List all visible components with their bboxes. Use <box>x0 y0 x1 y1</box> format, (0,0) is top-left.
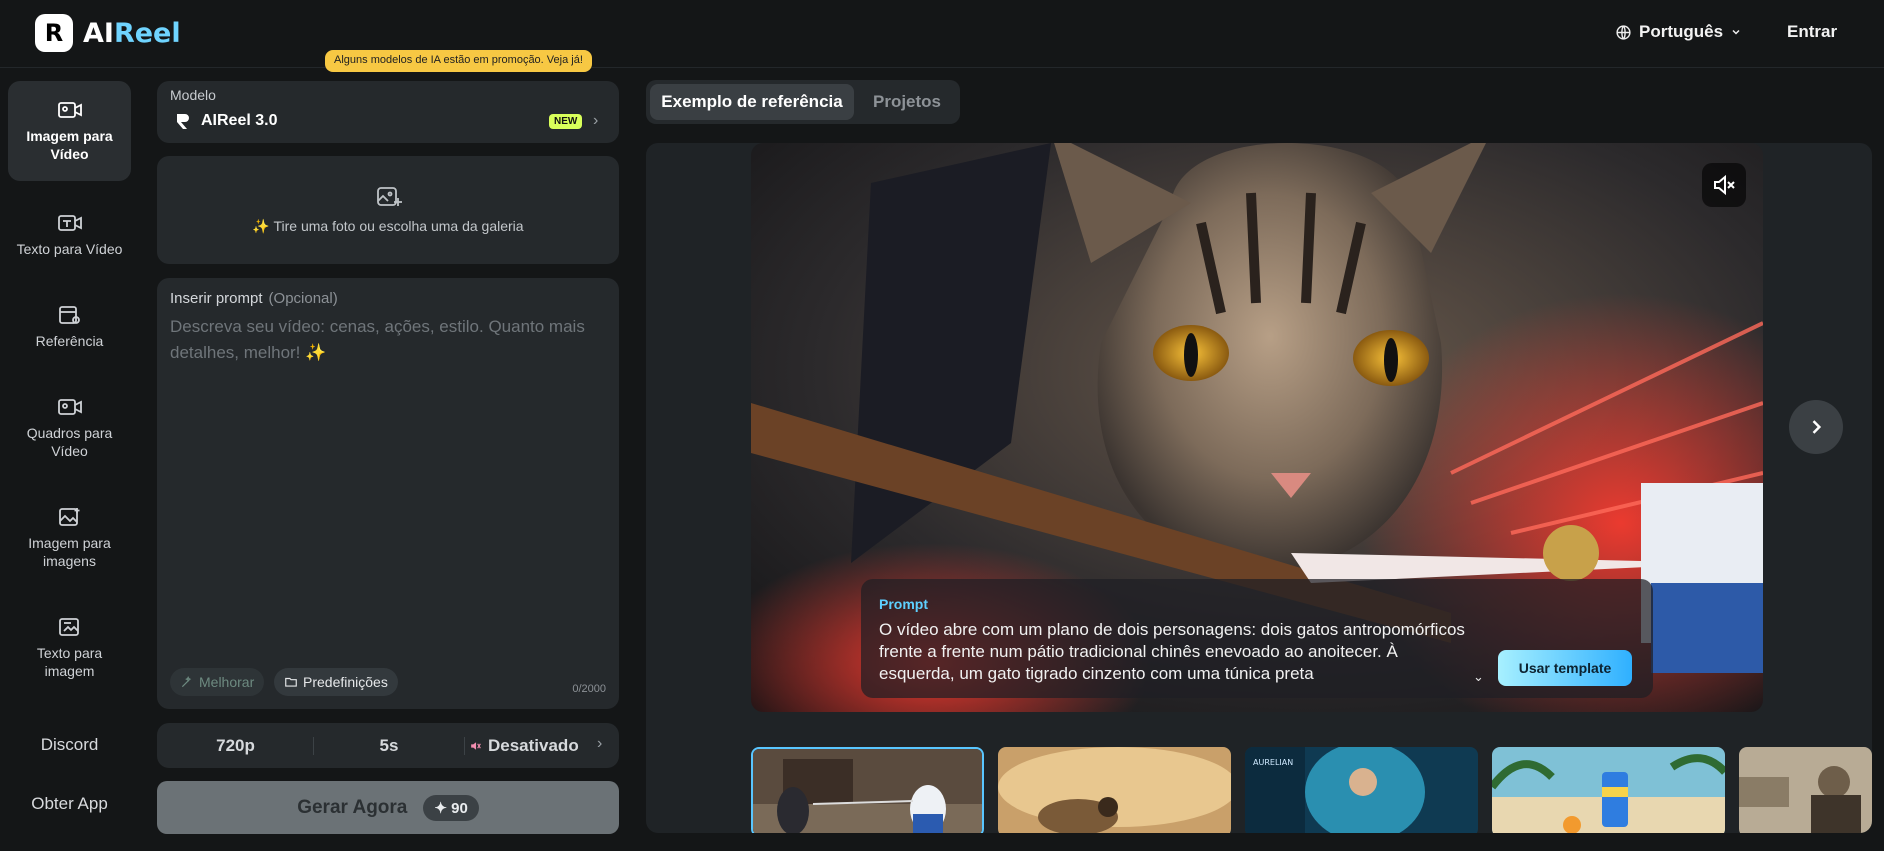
camera-image-icon <box>57 102 82 118</box>
upload-area[interactable]: ✨ Tire uma foto ou escolha uma da galeri… <box>157 156 619 264</box>
top-bar: R AIReel Português Entrar <box>0 0 1884 68</box>
sidebar-item-label: Referência <box>35 333 104 349</box>
logo[interactable]: R AIReel <box>35 14 181 52</box>
mute-button[interactable] <box>1702 163 1746 207</box>
video-text-icon <box>57 215 82 231</box>
prompt-input[interactable]: Descreva seu vídeo: cenas, ações, estilo… <box>170 314 605 366</box>
generate-button[interactable]: Gerar Agora ✦ 90 <box>157 781 619 834</box>
next-slide-button[interactable] <box>1789 400 1843 454</box>
get-app-link[interactable]: Obter App <box>8 794 131 814</box>
sidebar-item-label: Texto para Vídeo <box>16 241 123 257</box>
sidebar-item-label: Vídeo <box>50 146 89 162</box>
tab-reference-example[interactable]: Exemplo de referência <box>650 84 854 120</box>
thumbnail-beach-can[interactable] <box>1492 747 1725 833</box>
thumbnail-desert-ride[interactable] <box>998 747 1231 833</box>
sidebar-item-image-to-image[interactable]: Imagem para imagens <box>8 506 131 570</box>
preview-area: Prompt O vídeo abre com um plano de dois… <box>646 143 1872 833</box>
options-bar: 720p 5s Desativado › <box>157 723 619 768</box>
chevron-down-icon <box>1732 29 1740 35</box>
logo-icon: R <box>35 14 73 52</box>
thumbnail-game-hero[interactable]: AURELIAN <box>1245 747 1478 833</box>
expand-chevron-icon[interactable]: ⌄ <box>1473 669 1484 685</box>
login-button[interactable]: Entrar <box>1787 22 1837 42</box>
chevron-right-icon <box>1812 420 1822 434</box>
image-edit-icon <box>58 508 79 526</box>
use-template-button[interactable]: Usar template <box>1498 650 1632 686</box>
sidebar-item-label: Vídeo <box>51 443 88 459</box>
text-image-icon <box>58 618 79 636</box>
reference-icon <box>58 306 80 324</box>
chevron-right-icon: › <box>597 735 603 752</box>
char-counter: 0/2000 <box>572 683 606 695</box>
model-name: AIReel 3.0 <box>201 112 278 129</box>
model-logo-icon <box>177 114 189 129</box>
prompt-label: Inserir prompt (Opcional) <box>170 290 338 307</box>
presets-button[interactable]: Predefinições <box>274 668 398 696</box>
magic-wand-icon <box>181 676 192 688</box>
audio-icon <box>471 741 481 750</box>
new-badge: NEW <box>549 114 583 129</box>
audio-toggle[interactable]: Desativado <box>469 723 599 768</box>
credits-badge: ✦ 90 <box>423 794 479 821</box>
language-selector[interactable]: Português <box>1615 22 1742 42</box>
globe-icon <box>1616 24 1631 40</box>
thumbnail-image <box>998 747 1231 833</box>
chevron-right-icon: › <box>593 112 599 129</box>
tab-projects[interactable]: Projetos <box>858 84 956 120</box>
sidebar-item-label: imagens <box>43 553 96 569</box>
thumbnail-image <box>1739 747 1872 833</box>
model-row: AIReel 3.0 <box>175 112 277 130</box>
logo-text: AIReel <box>83 17 181 49</box>
prompt-panel: Inserir prompt (Opcional) Descreva seu ví… <box>157 278 619 709</box>
discord-link[interactable]: Discord <box>8 735 131 755</box>
thumbnail-image: AURELIAN <box>1245 747 1478 833</box>
sidebar: Imagem para Vídeo Texto para Vídeo Refer… <box>0 70 140 851</box>
promo-banner[interactable]: Alguns modelos de IA estão em promoção. … <box>325 50 592 72</box>
folder-icon <box>285 677 297 687</box>
model-label: Modelo <box>170 87 216 103</box>
divider <box>464 737 465 755</box>
thumbnail-vintage-photo[interactable] <box>1739 747 1872 833</box>
sidebar-item-label: Texto para <box>36 645 103 661</box>
sidebar-item-reference[interactable]: Referência <box>8 304 131 350</box>
thumbnail-image <box>1492 747 1725 833</box>
speaker-muted-icon <box>1714 174 1735 196</box>
sidebar-item-text-to-image[interactable]: Texto para imagem <box>8 616 131 680</box>
language-label: Português <box>1639 22 1724 41</box>
example-prompt-card: Prompt O vídeo abre com um plano de dois… <box>861 579 1653 698</box>
sidebar-item-label: Imagem para <box>26 128 113 144</box>
thumbnail-cats-duel[interactable] <box>751 747 984 833</box>
add-image-icon <box>377 187 402 206</box>
sidebar-item-label: Quadros para <box>26 425 113 441</box>
frames-video-icon <box>57 399 82 415</box>
sidebar-item-image-to-video[interactable]: Imagem para Vídeo <box>8 81 131 181</box>
resolution-select[interactable]: 720p <box>157 723 314 768</box>
sidebar-item-label: imagem <box>44 663 95 679</box>
sidebar-item-text-to-video[interactable]: Texto para Vídeo <box>8 212 131 258</box>
improve-button[interactable]: Melhorar <box>170 668 265 696</box>
svg-text:AURELIAN: AURELIAN <box>1253 758 1293 767</box>
model-selector[interactable]: Modelo AIReel 3.0 NEW › <box>157 81 619 143</box>
upload-hint: ✨ Tire uma foto ou escolha uma da galeri… <box>252 218 524 234</box>
duration-select[interactable]: 5s <box>314 723 464 768</box>
prompt-card-text: O vídeo abre com um plano de dois person… <box>879 620 1465 683</box>
thumbnail-image <box>753 749 982 833</box>
view-tabs: Exemplo de referência Projetos <box>646 80 960 124</box>
sidebar-item-frames-to-video[interactable]: Quadros para Vídeo <box>8 396 131 460</box>
prompt-card-label: Prompt <box>879 596 928 612</box>
sidebar-item-label: Imagem para <box>28 535 111 551</box>
